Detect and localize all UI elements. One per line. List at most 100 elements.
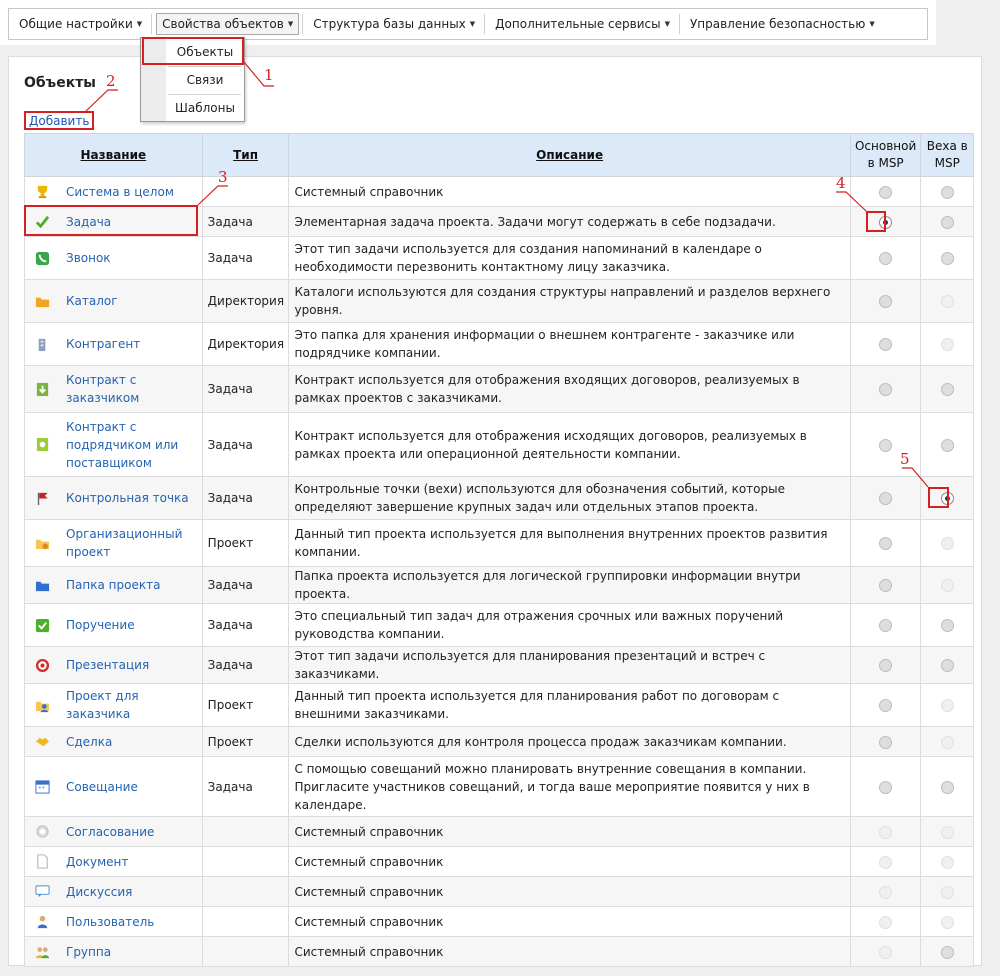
msp-milestone-radio[interactable] <box>940 383 954 396</box>
object-name-link[interactable]: Согласование <box>66 823 154 841</box>
table-row: Звонок Задача Этот тип задачи используется… <box>24 236 974 280</box>
msp-milestone-radio[interactable] <box>940 619 954 632</box>
msp-main-radio[interactable] <box>879 295 893 308</box>
msp-main-radio[interactable] <box>879 735 893 749</box>
cell-msp-milestone <box>920 646 974 684</box>
msp-main-radio[interactable] <box>879 338 893 351</box>
msp-main-radio[interactable] <box>879 185 893 199</box>
msp-milestone-radio[interactable] <box>940 438 954 452</box>
msp-main-radio[interactable] <box>879 252 893 265</box>
cell-msp-milestone <box>920 365 974 413</box>
object-name-link[interactable]: Контракт с подрядчиком или поставщиком <box>66 418 197 472</box>
name-wrapper: Презентация <box>30 656 197 674</box>
msp-main-radio[interactable] <box>879 383 893 396</box>
msp-milestone-radio[interactable] <box>940 252 954 265</box>
menu-security-management[interactable]: Управление безопасностью ▼ <box>684 13 881 35</box>
caret-down-icon: ▼ <box>869 20 875 28</box>
cell-name: Каталог <box>24 279 203 323</box>
cell-type <box>201 936 290 967</box>
object-name-link[interactable]: Папка проекта <box>66 576 160 594</box>
object-name-link[interactable]: Документ <box>66 853 128 871</box>
name-wrapper: Сделка <box>30 733 197 751</box>
cell-name: Дискуссия <box>24 876 203 907</box>
msp-milestone-radio <box>940 537 954 550</box>
target-icon <box>35 658 50 673</box>
cell-type: Директория <box>201 322 290 366</box>
object-name-link[interactable]: Сделка <box>66 733 112 751</box>
object-properties-dropdown: Объекты Связи Шаблоны <box>140 37 245 122</box>
msp-milestone-radio[interactable] <box>940 945 954 959</box>
cell-msp-milestone <box>920 906 974 937</box>
object-name-link[interactable]: Презентация <box>66 656 149 674</box>
msp-main-radio[interactable] <box>879 579 893 592</box>
msp-main-radio[interactable] <box>879 780 893 794</box>
cell-msp-main <box>849 646 922 684</box>
object-name-link[interactable]: Контрагент <box>66 335 140 353</box>
object-name-link[interactable]: Контрольная точка <box>66 489 189 507</box>
object-name-link[interactable]: Контракт с заказчиком <box>66 371 197 407</box>
cell-msp-main <box>849 476 922 520</box>
dropdown-item-objects[interactable]: Объекты <box>166 39 244 66</box>
assignment-icon <box>35 618 50 633</box>
msp-main-radio[interactable] <box>879 537 893 550</box>
msp-main-radio[interactable] <box>879 492 893 505</box>
object-name-link[interactable]: Каталог <box>66 292 118 310</box>
cell-name: Контрагент <box>24 322 203 366</box>
cell-description: Контракт используется для отображения вх… <box>288 365 851 413</box>
msp-milestone-radio[interactable] <box>940 780 954 794</box>
menu-general-settings[interactable]: Общие настройки ▼ <box>13 13 148 35</box>
menu-object-properties[interactable]: Свойства объектов ▼ <box>156 13 300 35</box>
cell-msp-milestone <box>920 236 974 280</box>
dropdown-item-links[interactable]: Связи <box>166 67 244 94</box>
cell-msp-milestone <box>920 176 974 207</box>
msp-main-radio[interactable] <box>879 699 893 712</box>
caret-down-icon: ▼ <box>287 20 294 28</box>
msp-milestone-radio[interactable] <box>940 659 954 672</box>
menu-database-structure[interactable]: Структура базы данных ▼ <box>307 13 481 35</box>
cell-msp-main <box>849 683 922 727</box>
object-name-link[interactable]: Пользователь <box>66 913 154 931</box>
object-name-link[interactable]: Задача <box>66 213 111 231</box>
menu-database-structure-label: Структура базы данных <box>313 17 466 31</box>
menu-general-settings-label: Общие настройки <box>19 17 133 31</box>
cell-msp-main <box>849 236 922 280</box>
cell-type: Задача <box>201 646 290 684</box>
cell-msp-milestone <box>920 412 974 477</box>
dropdown-item-templates[interactable]: Шаблоны <box>166 95 244 122</box>
add-object-link[interactable]: Добавить <box>24 111 95 130</box>
msp-main-radio[interactable] <box>879 438 893 452</box>
menu-additional-services[interactable]: Дополнительные сервисы ▼ <box>489 13 676 35</box>
calendar-icon <box>35 779 50 794</box>
cell-type: Директория <box>201 279 290 323</box>
column-header-msp-milestone: Веха в MSP <box>920 133 974 177</box>
object-name-link[interactable]: Звонок <box>66 249 111 267</box>
cell-name: Группа <box>24 936 203 967</box>
msp-milestone-radio <box>940 825 954 839</box>
checkmark-icon <box>35 214 50 229</box>
cell-msp-milestone <box>920 519 974 567</box>
object-name-link[interactable]: Группа <box>66 943 111 961</box>
cell-msp-main <box>849 322 922 366</box>
cell-description: Системный справочник <box>288 876 851 907</box>
object-name-link[interactable]: Совещание <box>66 778 138 796</box>
msp-main-radio[interactable] <box>879 619 893 632</box>
msp-milestone-radio[interactable] <box>940 492 954 505</box>
msp-main-radio[interactable] <box>879 659 893 672</box>
object-name-link[interactable]: Поручение <box>66 616 135 634</box>
column-header-name[interactable]: Название <box>24 133 203 177</box>
table-row: Контрагент Директория Это папка для хранен… <box>24 322 974 366</box>
column-header-description[interactable]: Описание <box>288 133 851 177</box>
object-name-link[interactable]: Организационный проект <box>66 525 197 561</box>
cell-msp-milestone <box>920 816 974 847</box>
msp-milestone-radio[interactable] <box>940 215 954 229</box>
column-header-type[interactable]: Тип <box>201 133 290 177</box>
msp-milestone-radio <box>940 699 954 712</box>
msp-main-radio[interactable] <box>879 215 893 229</box>
object-name-link[interactable]: Система в целом <box>66 183 174 201</box>
object-name-link[interactable]: Дискуссия <box>66 883 132 901</box>
cell-msp-main <box>849 519 922 567</box>
caret-down-icon: ▼ <box>664 20 670 28</box>
name-wrapper: Согласование <box>30 823 197 841</box>
msp-milestone-radio[interactable] <box>940 185 954 199</box>
object-name-link[interactable]: Проект для заказчика <box>66 687 197 723</box>
